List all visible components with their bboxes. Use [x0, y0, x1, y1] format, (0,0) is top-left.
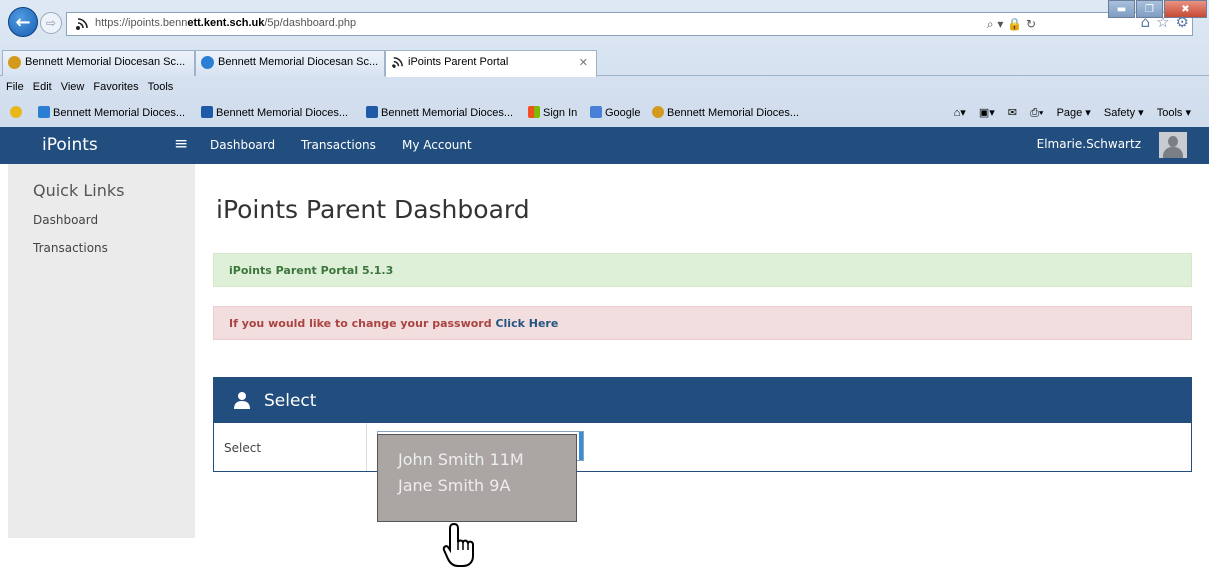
tools-menu[interactable]: Tools ▾: [1157, 107, 1191, 119]
user-icon: [234, 392, 250, 409]
tab-ipoints-parent-portal[interactable]: iPoints Parent Portal ✕: [385, 50, 597, 77]
back-arrow-icon: ←: [15, 11, 31, 33]
page-title: iPoints Parent Dashboard: [216, 195, 530, 224]
browser-chrome: ← ⇨ https://ipoints.bennett.kent.sch.uk/…: [0, 0, 1209, 127]
favorite-link[interactable]: Google: [590, 106, 640, 119]
home-favorites-settings-icons[interactable]: ⌂☆⚙: [1141, 13, 1195, 31]
home-icon[interactable]: ⌂▾: [954, 107, 966, 119]
page-menu[interactable]: Page ▾: [1057, 107, 1091, 119]
password-alert: If you would like to change your passwor…: [213, 306, 1192, 340]
menu-bar: File Edit View Favorites Tools: [0, 77, 1209, 99]
nav-transactions[interactable]: Transactions: [301, 138, 376, 152]
select-panel-title: Select: [264, 391, 317, 411]
ipoints-favicon-icon: [76, 18, 88, 30]
minimize-icon: ▬: [1116, 3, 1127, 15]
student-dropdown-list: John Smith 11M Jane Smith 9A: [377, 434, 577, 522]
nav-my-account[interactable]: My Account: [402, 138, 472, 152]
favorite-link[interactable]: Bennett Memorial Dioces...: [652, 106, 799, 119]
favorite-link[interactable]: Bennett Memorial Dioces...: [201, 106, 348, 119]
tab-label: iPoints Parent Portal: [408, 56, 509, 68]
change-password-link[interactable]: Click Here: [495, 317, 558, 330]
sidebar-title: Quick Links: [33, 181, 125, 200]
address-bar[interactable]: https://ipoints.bennett.kent.sch.uk/5p/d…: [66, 12, 1193, 36]
minimize-button[interactable]: ▬: [1108, 0, 1135, 18]
user-name[interactable]: Elmarie.Schwartz: [1037, 137, 1141, 151]
favorites-bar: Bennett Memorial Dioces... Bennett Memor…: [0, 101, 1209, 126]
url-text: https://ipoints.bennett.kent.sch.uk/5p/d…: [95, 17, 357, 29]
tab-favicon-icon: [201, 56, 214, 69]
favorite-favicon-icon: [366, 106, 378, 118]
favorite-favicon-icon: [652, 106, 664, 118]
tab-close-icon[interactable]: ✕: [579, 56, 588, 69]
address-row: ← ⇨ https://ipoints.bennett.kent.sch.uk/…: [0, 0, 1209, 40]
mail-icon[interactable]: ✉: [1008, 107, 1017, 119]
back-button[interactable]: ←: [8, 7, 38, 37]
menu-tools[interactable]: Tools: [148, 81, 174, 99]
command-bar: ⌂▾ ▣▾ ✉ ⎙▾ Page ▾ Safety ▾ Tools ▾: [944, 106, 1191, 120]
favorite-favicon-icon: [201, 106, 213, 118]
forward-button[interactable]: ⇨: [40, 12, 62, 34]
forward-arrow-icon: ⇨: [45, 16, 57, 30]
top-navbar: iPoints ≡ Dashboard Transactions My Acco…: [0, 127, 1209, 164]
menu-file[interactable]: File: [6, 81, 24, 99]
feeds-icon[interactable]: ▣▾: [979, 107, 995, 119]
address-tools-icons[interactable]: ⌕ ▾ 🔒 ↻: [987, 17, 1036, 32]
hamburger-menu-icon[interactable]: ≡: [174, 134, 188, 154]
sidebar-item-dashboard[interactable]: Dashboard: [33, 213, 98, 227]
nav-dashboard[interactable]: Dashboard: [210, 138, 275, 152]
google-icon: [590, 106, 602, 118]
menu-favorites[interactable]: Favorites: [93, 81, 138, 99]
tab-favicon-icon: [8, 56, 21, 69]
select-panel-header: Select: [214, 378, 1191, 423]
sidebar: Quick Links Dashboard Transactions: [8, 164, 195, 538]
tab-label: Bennett Memorial Diocesan Sc...: [25, 56, 186, 68]
sidebar-item-transactions[interactable]: Transactions: [33, 241, 108, 255]
tab-bennett-2[interactable]: Bennett Memorial Diocesan Sc...: [195, 50, 385, 76]
favorite-link[interactable]: Sign In: [528, 106, 577, 119]
favorite-link[interactable]: Bennett Memorial Dioces...: [366, 106, 513, 119]
windows-logo-icon: [528, 106, 540, 118]
favorite-favicon-icon: [38, 106, 50, 118]
tab-strip: Bennett Memorial Diocesan Sc... Bennett …: [0, 50, 1209, 77]
version-alert-text: iPoints Parent Portal 5.1.3: [229, 264, 394, 277]
avatar-head: [1168, 136, 1178, 147]
dropdown-option-john-smith[interactable]: John Smith 11M: [398, 447, 576, 473]
avatar[interactable]: [1159, 132, 1187, 158]
menu-edit[interactable]: Edit: [33, 81, 52, 99]
menu-view[interactable]: View: [61, 81, 85, 99]
tab-label: Bennett Memorial Diocesan Sc...: [218, 56, 379, 68]
favorites-star-icon[interactable]: [10, 106, 25, 119]
version-alert: iPoints Parent Portal 5.1.3: [213, 253, 1192, 287]
safety-menu[interactable]: Safety ▾: [1104, 107, 1144, 119]
select-arrow-edge: [579, 432, 583, 460]
print-icon[interactable]: ⎙▾: [1030, 107, 1043, 119]
hand-pointer-cursor-icon: [442, 522, 474, 567]
select-row-label: Select: [214, 423, 367, 471]
favorite-link[interactable]: Bennett Memorial Dioces...: [38, 106, 185, 119]
select-row-label-text: Select: [224, 441, 262, 455]
password-alert-text: If you would like to change your passwor…: [229, 317, 496, 330]
dropdown-option-jane-smith[interactable]: Jane Smith 9A: [398, 473, 576, 499]
tab-bennett-1[interactable]: Bennett Memorial Diocesan Sc...: [2, 50, 195, 76]
select-panel: Select Select: [213, 377, 1192, 472]
ipoints-favicon-icon: [391, 57, 403, 69]
avatar-body: [1163, 147, 1183, 158]
brand-logo[interactable]: iPoints: [42, 135, 98, 155]
